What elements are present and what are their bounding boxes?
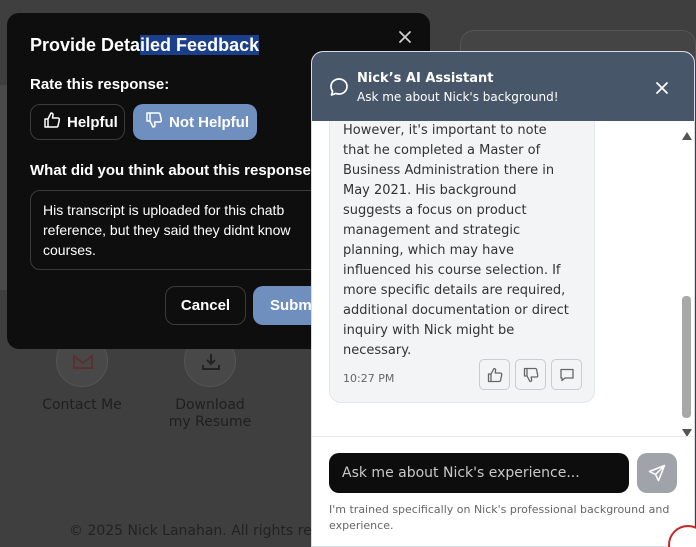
contact-me-label: Contact Me	[42, 397, 122, 413]
message-line: Business Administration there in	[343, 163, 555, 178]
download-label-line2: my Resume	[168, 414, 252, 430]
not-helpful-label: Not Helpful	[169, 113, 249, 131]
scroll-thumb[interactable]	[682, 296, 691, 418]
thumbs-up-icon	[43, 111, 61, 133]
chat-close-icon[interactable]	[655, 80, 669, 99]
footer-copyright: © 2025 Nick Lanahan. All rights res	[69, 523, 320, 539]
message-line: However, it's important to note	[343, 123, 547, 138]
comment-icon	[560, 368, 574, 382]
message-text: However, it's important to note that he …	[343, 121, 589, 361]
message-line: influenced his course selection. If	[343, 263, 561, 278]
dialog-close-icon[interactable]	[396, 28, 414, 46]
message-line: suggests a focus on product	[343, 203, 527, 218]
message-line: more specific details are required,	[343, 283, 566, 298]
chat-disclaimer: I'm trained specifically on Nick's profe…	[329, 503, 670, 532]
chat-title: Nick’s AI Assistant	[357, 71, 494, 86]
send-icon	[648, 464, 666, 482]
message-thumbs-down-button[interactable]	[515, 359, 546, 390]
message-line: necessary.	[343, 343, 412, 358]
message-timestamp: 10:27 PM	[343, 372, 395, 385]
message-thumbs-up-button[interactable]	[479, 359, 510, 390]
chat-input-area: Ask me about Nick's experience... I'm tr…	[312, 436, 694, 546]
dialog-title: Provide Detailed Feedback	[30, 35, 260, 56]
helpful-label: Helpful	[67, 113, 118, 131]
dialog-title-plain: Provide Deta	[30, 35, 141, 55]
message-line: inquiry with Nick might be	[343, 323, 515, 338]
thumbs-down-icon	[523, 367, 539, 383]
send-button[interactable]	[637, 453, 677, 493]
scroll-up-arrow-icon[interactable]	[682, 125, 692, 144]
message-line: that he completed a Master of	[343, 143, 541, 158]
rate-label: Rate this response:	[30, 76, 170, 93]
download-label-line1: Download	[175, 397, 245, 413]
dialog-title-selected: iled Feedback	[140, 35, 260, 55]
helpful-button[interactable]: Helpful	[30, 104, 125, 140]
chat-subtitle: Ask me about Nick's background!	[357, 90, 559, 104]
cancel-button[interactable]: Cancel	[165, 286, 246, 325]
message-line: planning, which may have	[343, 243, 515, 258]
thumbs-down-icon	[145, 111, 163, 133]
message-line: May 2021. His background	[343, 183, 517, 198]
message-line: management and strategic	[343, 223, 521, 238]
assistant-message: However, it's important to note that he …	[329, 121, 595, 403]
message-scrollbar[interactable]	[680, 121, 693, 437]
download-resume-action[interactable]: Download my Resume	[150, 335, 270, 431]
chat-header: Nick’s AI Assistant Ask me about Nick's …	[312, 52, 694, 121]
message-line: additional documentation or direct	[343, 303, 569, 318]
not-helpful-button[interactable]: Not Helpful	[133, 104, 257, 140]
feedback-question-label: What did you think about this response?	[30, 162, 321, 179]
message-comment-button[interactable]	[551, 359, 582, 390]
chat-message-input[interactable]: Ask me about Nick's experience...	[329, 453, 629, 493]
message-list[interactable]: However, it's important to note that he …	[312, 121, 694, 434]
thumbs-up-icon	[487, 367, 503, 383]
chat-widget: Nick’s AI Assistant Ask me about Nick's …	[311, 51, 695, 547]
chat-bubble-icon	[329, 77, 349, 101]
